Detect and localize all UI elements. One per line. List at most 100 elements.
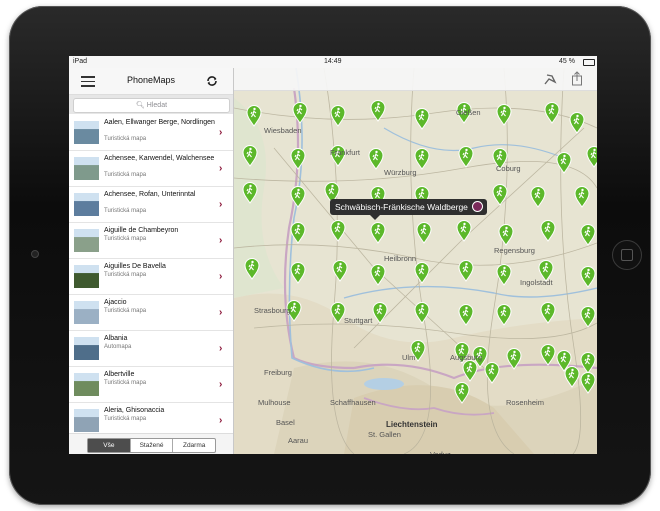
screen: iPad 14:49 45 % PhoneMaps 🔍︎ Hledat Aale…: [69, 56, 597, 454]
list-item[interactable]: Aalen, Ellwanger Berge, Nordlingen Turist…: [69, 115, 233, 151]
hiking-map-pin-icon[interactable]: [414, 302, 430, 324]
hiking-map-pin-icon[interactable]: [506, 348, 522, 370]
hiking-map-pin-icon[interactable]: [370, 264, 386, 286]
list-item[interactable]: Aiguilles De Bavella Turistická mapa ›: [69, 259, 233, 295]
hiking-map-pin-icon[interactable]: [496, 264, 512, 286]
map-thumbnail: [74, 193, 99, 216]
hiking-map-pin-icon[interactable]: [290, 262, 306, 284]
hiking-map-pin-icon[interactable]: [544, 102, 560, 124]
hiking-map-pin-icon[interactable]: [292, 102, 308, 124]
hiking-map-pin-icon[interactable]: [372, 302, 388, 324]
hiking-map-pin-icon[interactable]: [580, 224, 596, 246]
status-bar: iPad 14:49 45 %: [69, 56, 597, 68]
search-input[interactable]: 🔍︎ Hledat: [73, 98, 230, 113]
list-item[interactable]: Albania Automapa ›: [69, 331, 233, 367]
hiking-map-pin-icon[interactable]: [586, 146, 597, 168]
hiking-map-pin-icon[interactable]: [458, 304, 474, 326]
hiking-map-pin-icon[interactable]: [458, 260, 474, 282]
list-item[interactable]: Achensee, Karwendel, Walchensee Turistick…: [69, 151, 233, 187]
hiking-map-pin-icon[interactable]: [484, 362, 500, 384]
city-label: Schaffhausen: [330, 398, 376, 407]
hiking-map-pin-icon[interactable]: [370, 222, 386, 244]
filter-segment[interactable]: Zdarma: [173, 439, 215, 452]
hiking-map-pin-icon[interactable]: [498, 224, 514, 246]
filter-segment[interactable]: Vše: [88, 439, 131, 452]
hiking-map-pin-icon[interactable]: [556, 152, 572, 174]
hiking-map-pin-icon[interactable]: [332, 260, 348, 282]
hiking-map-pin-icon[interactable]: [540, 344, 556, 366]
item-subtitle: Turistická mapa: [104, 208, 147, 214]
filter-segment[interactable]: Stažené: [131, 439, 174, 452]
city-label: Regensburg: [494, 246, 535, 255]
list-item[interactable]: Aleria, Ghisonaccia Turistická mapa ›: [69, 403, 233, 433]
item-subtitle: Turistická mapa: [104, 380, 147, 386]
hiking-map-pin-icon[interactable]: [580, 306, 596, 328]
hiking-map-pin-icon[interactable]: [414, 262, 430, 284]
hiking-map-pin-icon[interactable]: [569, 112, 585, 134]
hiking-map-pin-icon[interactable]: [530, 186, 546, 208]
share-icon[interactable]: [571, 71, 583, 86]
chevron-right-icon: ›: [219, 127, 223, 138]
hiking-map-pin-icon[interactable]: [368, 148, 384, 170]
hiking-map-pin-icon[interactable]: [242, 182, 258, 204]
hiking-map-pin-icon[interactable]: [244, 258, 260, 280]
city-label: Wiesbaden: [264, 126, 302, 135]
hiking-map-pin-icon[interactable]: [330, 220, 346, 242]
hiking-map-pin-icon[interactable]: [540, 220, 556, 242]
hiking-map-pin-icon[interactable]: [580, 352, 596, 374]
list-item[interactable]: Aiguille de Chambeyron Turistická mapa ›: [69, 223, 233, 259]
callout-detail-icon[interactable]: [471, 201, 483, 213]
hiking-map-pin-icon[interactable]: [290, 222, 306, 244]
item-title: Aalen, Ellwanger Berge, Nordlingen: [104, 119, 215, 126]
hiking-map-pin-icon[interactable]: [290, 148, 306, 170]
city-label: Aarau: [288, 436, 309, 445]
hiking-map-pin-icon[interactable]: [242, 145, 258, 167]
city-label: Ulm: [402, 353, 416, 362]
chevron-right-icon: ›: [219, 307, 223, 318]
list-item[interactable]: Albertville Turistická mapa ›: [69, 367, 233, 403]
hiking-map-pin-icon[interactable]: [462, 360, 478, 382]
hiking-map-pin-icon[interactable]: [580, 372, 596, 394]
hiking-map-pin-icon[interactable]: [416, 222, 432, 244]
hiking-map-pin-icon[interactable]: [454, 382, 470, 404]
hiking-map-pin-icon[interactable]: [564, 366, 580, 388]
map-callout[interactable]: Schwäbisch-Fränkische Waldberge: [330, 199, 487, 220]
camera: [31, 250, 39, 258]
hiking-map-pin-icon[interactable]: [330, 105, 346, 127]
search-placeholder: Hledat: [146, 102, 168, 109]
item-subtitle: Turistická mapa: [104, 416, 147, 422]
city-label: Strasbourg: [254, 306, 291, 315]
city-label: Stuttgart: [344, 316, 373, 325]
city-label: Heilbronn: [384, 254, 417, 263]
hiking-map-pin-icon[interactable]: [492, 184, 508, 206]
hiking-map-pin-icon[interactable]: [580, 266, 596, 288]
hiking-map-pin-icon[interactable]: [496, 104, 512, 126]
item-subtitle: Turistická mapa: [104, 272, 147, 278]
map-thumbnail: [74, 157, 99, 180]
hiking-map-pin-icon[interactable]: [414, 148, 430, 170]
city-label: Freiburg: [264, 368, 292, 377]
list-item[interactable]: Ajaccio Turistická mapa ›: [69, 295, 233, 331]
hiking-map-pin-icon[interactable]: [574, 186, 590, 208]
chevron-right-icon: ›: [219, 271, 223, 282]
hiking-map-pin-icon[interactable]: [246, 105, 262, 127]
city-label: Augsburg: [450, 353, 483, 362]
hiker-icon[interactable]: [543, 73, 557, 85]
chevron-right-icon: ›: [219, 343, 223, 354]
hiking-map-pin-icon[interactable]: [540, 302, 556, 324]
list-item[interactable]: Achensee, Rofan, Unterinntal Turistická m…: [69, 187, 233, 223]
item-subtitle: Turistická mapa: [104, 136, 147, 142]
map-view[interactable]: Schwäbisch-Fränkische Waldberge Gießen Wi…: [234, 68, 597, 454]
chevron-right-icon: ›: [219, 199, 223, 210]
item-title: Aiguille de Chambeyron: [104, 227, 179, 234]
hiking-map-pin-icon[interactable]: [458, 146, 474, 168]
home-button[interactable]: [612, 240, 642, 270]
clock: 14:49: [324, 58, 342, 65]
hiking-map-pin-icon[interactable]: [370, 100, 386, 122]
hiking-map-pin-icon[interactable]: [496, 304, 512, 326]
sync-icon[interactable]: [205, 74, 219, 88]
hiking-map-pin-icon[interactable]: [456, 220, 472, 242]
hiking-map-pin-icon[interactable]: [414, 108, 430, 130]
item-title: Albania: [104, 335, 128, 342]
hiking-map-pin-icon[interactable]: [290, 186, 306, 208]
